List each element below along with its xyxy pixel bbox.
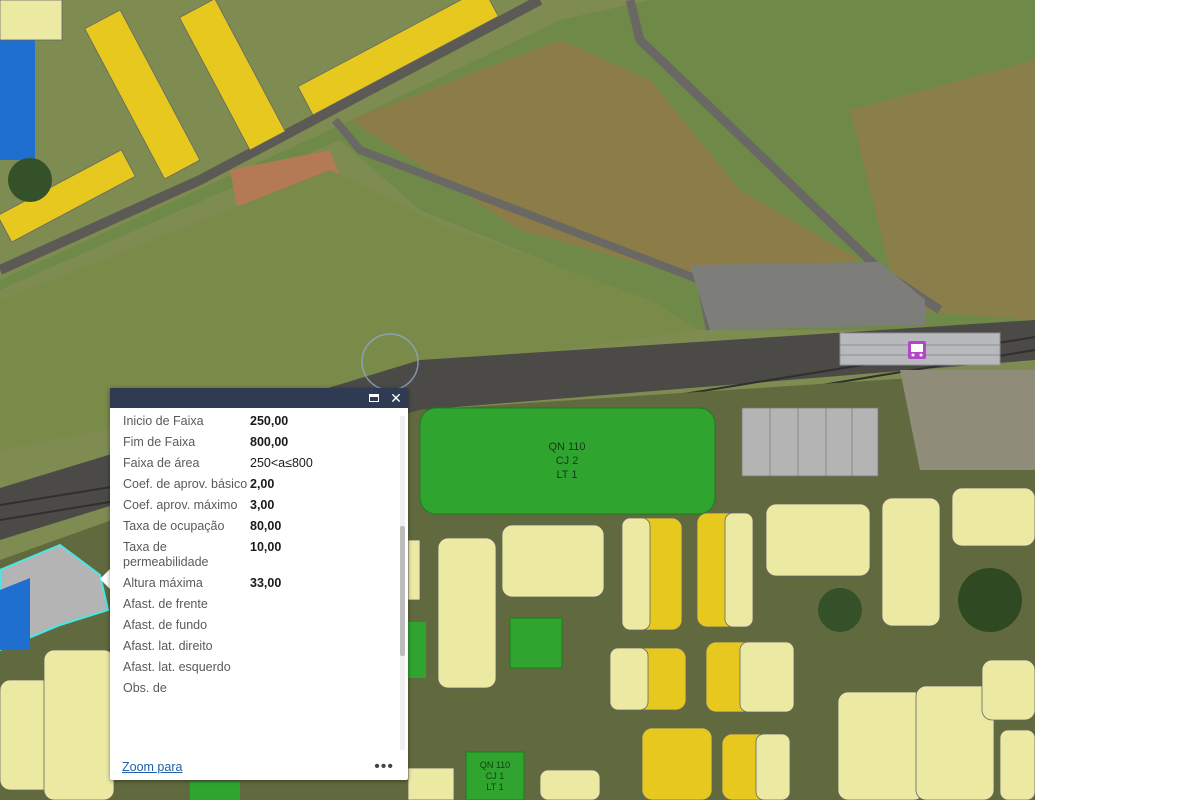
attribute-value: 2,00 xyxy=(250,477,275,491)
attribute-row: Afast. de frente xyxy=(123,597,408,612)
attribute-row: Inicio de Faixa 250,00 xyxy=(123,414,408,429)
scroll-thumb[interactable] xyxy=(400,526,405,656)
parcel-label-line: LT 1 xyxy=(486,782,503,792)
tree-cluster xyxy=(818,588,862,632)
attribute-value: 250,00 xyxy=(250,414,289,428)
attribute-label: Obs. de xyxy=(123,681,167,695)
feature-popup[interactable]: ✕ Inicio de Faixa 250,00 Fim de Faixa 800,0… xyxy=(110,388,408,780)
block-nw-5 xyxy=(0,0,63,41)
parking-lot xyxy=(690,262,925,330)
attribute-label: Afast. lat. esquerdo xyxy=(123,660,231,674)
popup-attributes[interactable]: Inicio de Faixa 250,00 Fim de Faixa 800,00 F… xyxy=(110,408,408,754)
zoom-to-link[interactable]: Zoom para xyxy=(122,760,182,774)
attribute-label: Altura máxima xyxy=(123,576,203,590)
blue-roof-building xyxy=(0,40,35,160)
grey-parcel xyxy=(741,407,879,477)
bus-icon[interactable] xyxy=(908,341,926,359)
attribute-row: Taxa de permeabilidade 10,00 xyxy=(123,540,408,570)
attribute-label: Fim de Faixa xyxy=(123,435,196,449)
popup-header: ✕ xyxy=(110,388,408,408)
tree-cluster xyxy=(8,158,52,202)
popup-scrollbar[interactable] xyxy=(400,416,405,750)
popup-footer: Zoom para ••• xyxy=(110,754,408,780)
attribute-value: 800,00 xyxy=(250,435,289,449)
blank-margin xyxy=(1035,0,1200,800)
more-actions-icon[interactable]: ••• xyxy=(374,759,394,775)
tree-cluster xyxy=(958,568,1022,632)
attribute-value: 80,00 xyxy=(250,519,282,533)
attribute-label: Taxa de permeabilidade xyxy=(123,540,209,569)
parcel-label-line: CJ 1 xyxy=(486,771,505,781)
highlighted-parcel[interactable]: QN 110 CJ 2 LT 1 xyxy=(419,407,716,515)
attribute-value: 250<a≤800 xyxy=(250,456,313,470)
small-green-parcel[interactable]: QN 110 CJ 1 LT 1 xyxy=(465,751,525,800)
attribute-value: 10,00 xyxy=(250,540,282,554)
close-icon[interactable]: ✕ xyxy=(388,390,404,406)
attribute-row: Obs. de xyxy=(123,681,408,696)
attribute-value: 33,00 xyxy=(250,576,282,590)
parcel-label-line: LT 1 xyxy=(557,469,578,481)
parcel-label-line: QN 110 xyxy=(480,760,510,770)
attribute-row: Afast. lat. direito xyxy=(123,639,408,654)
attribute-row: Taxa de ocupação 80,00 xyxy=(123,519,408,534)
maximize-icon[interactable] xyxy=(366,390,382,406)
parking-east xyxy=(900,370,1035,470)
green-parcel xyxy=(190,782,240,800)
attribute-label: Afast. de fundo xyxy=(123,618,208,632)
attribute-row: Coef. aprov. máximo 3,00 xyxy=(123,498,408,513)
attribute-label: Inicio de Faixa xyxy=(123,414,204,428)
parcel-label-line: CJ 2 xyxy=(556,455,579,467)
attribute-label: Faixa de área xyxy=(123,456,200,470)
attribute-label: Taxa de ocupação xyxy=(123,519,225,533)
attribute-row: Afast. lat. esquerdo xyxy=(123,660,408,675)
attribute-row: Afast. de fundo xyxy=(123,618,408,633)
attribute-row: Fim de Faixa 800,00 xyxy=(123,435,408,450)
attribute-label: Coef. aprov. máximo xyxy=(123,498,238,512)
attribute-value: 3,00 xyxy=(250,498,275,512)
attribute-label: Coef. de aprov. básico xyxy=(123,477,248,491)
attribute-label: Afast. lat. direito xyxy=(123,639,213,653)
parcel-label-line: QN 110 xyxy=(548,441,585,453)
attribute-label: Afast. de frente xyxy=(123,597,208,611)
attribute-row: Coef. de aprov. básico 2,00 xyxy=(123,477,408,492)
attribute-row: Altura máxima 33,00 xyxy=(123,576,408,591)
attribute-row: Faixa de área 250<a≤800 xyxy=(123,456,408,471)
